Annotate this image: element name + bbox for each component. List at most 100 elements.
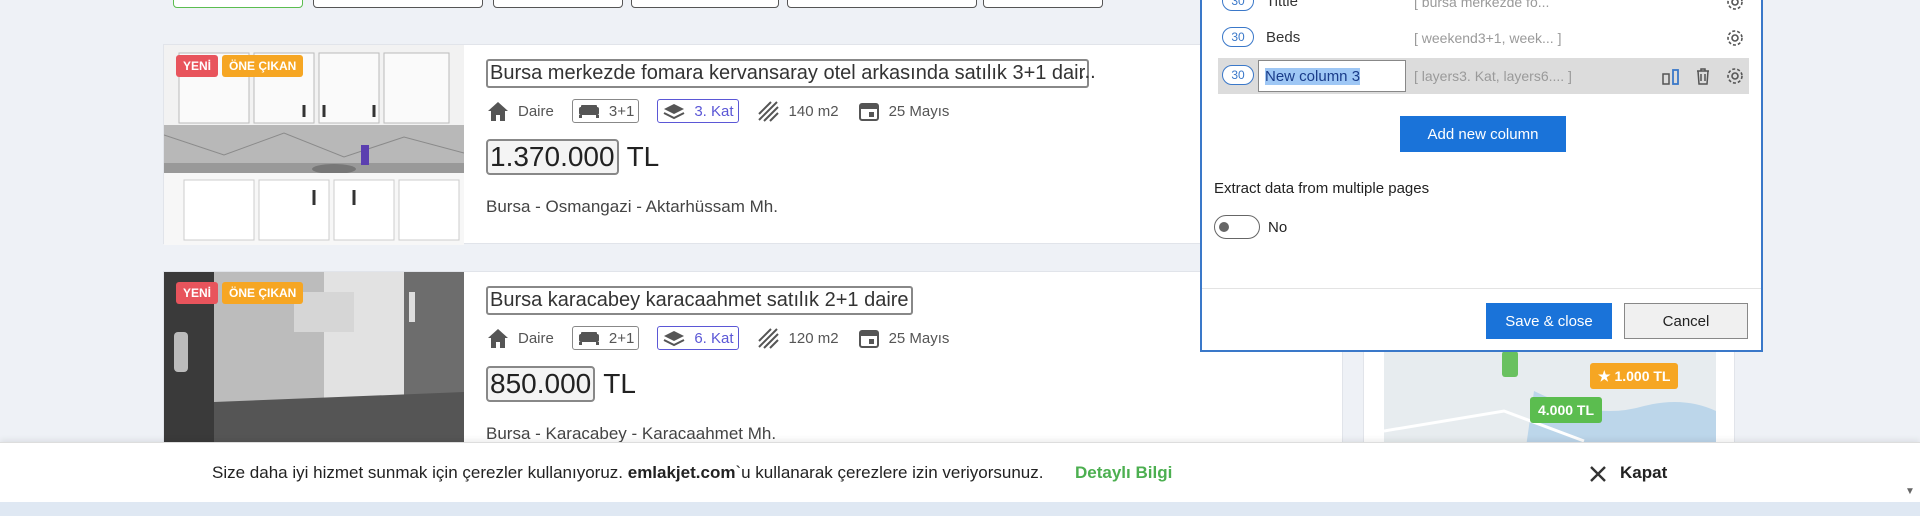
listing-card[interactable]: YENİ ÖNE ÇIKAN Bursa karacabey karacaahm… — [163, 271, 1343, 452]
filter-button[interactable] — [173, 0, 303, 8]
date-info: 25 Mayıs — [857, 100, 950, 122]
add-new-column-button[interactable]: Add new column — [1400, 116, 1566, 152]
price: 1.370.000 TL — [486, 139, 659, 175]
map-pin-label: 4.000 TL — [1538, 402, 1595, 418]
column-name-selected-text: New column 3 — [1265, 67, 1361, 85]
sofa-icon — [577, 327, 601, 349]
cancel-button[interactable]: Cancel — [1624, 303, 1748, 339]
listing-title[interactable]: Bursa merkezde fomara kervansaray otel a… — [486, 59, 1090, 88]
area-hatch-icon — [757, 327, 781, 349]
rooms-info: 3+1 — [571, 99, 640, 123]
column-picker-icon[interactable] — [1660, 65, 1682, 87]
toggle-knob — [1219, 222, 1229, 232]
listing-location: Bursa - Karacabey - Karacaahmet Mh. — [486, 424, 777, 443]
price-currency: TL — [603, 368, 636, 399]
property-type: Daire — [486, 327, 554, 349]
scroll-down-icon[interactable]: ▼ — [1905, 486, 1917, 498]
column-row[interactable]: 30 Beds [ weekend3+1, week... ] — [1218, 20, 1749, 56]
rooms-label: 3+1 — [608, 102, 635, 120]
new-badge: YENİ — [176, 55, 219, 77]
listing-title[interactable]: Bursa karacabey karacaahmet satılık 2+1 … — [486, 286, 913, 315]
cookie-details-link[interactable]: Detaylı Bilgi — [1075, 463, 1172, 483]
price: 850.000 TL — [486, 366, 636, 402]
area-label: 140 m2 — [788, 102, 839, 120]
column-name[interactable]: Beds — [1266, 29, 1300, 46]
cookie-close-button[interactable]: Kapat — [1620, 463, 1667, 483]
gear-icon[interactable] — [1724, 65, 1746, 87]
date-info: 25 Mayıs — [857, 327, 950, 349]
page: { "listings": [ { "badges": {"new": "YEN… — [0, 0, 1920, 516]
filter-button[interactable] — [313, 0, 483, 8]
floor-info: 3. Kat — [657, 99, 739, 123]
listing-meta: Daire 3+1 3. Kat 140 m2 25 Mayıs — [486, 99, 967, 123]
gear-icon[interactable] — [1724, 27, 1746, 49]
floor-label: 3. Kat — [694, 102, 734, 120]
column-editor-dialog: 30 Tittle [ bursa merkezde fo... 30 Beds… — [1200, 0, 1763, 352]
column-name[interactable]: Tittle — [1266, 0, 1298, 10]
multi-page-toggle[interactable] — [1214, 215, 1260, 239]
area-hatch-icon — [757, 100, 781, 122]
multi-page-label: Extract data from multiple pages — [1214, 180, 1430, 197]
layers-icon — [662, 100, 686, 122]
map-price-pin[interactable]: 4.000 TL — [1530, 397, 1603, 423]
dialog-footer: Save & close Cancel — [1202, 288, 1761, 352]
save-close-button[interactable]: Save & close — [1486, 303, 1612, 339]
column-count-pill: 30 — [1222, 27, 1254, 47]
filter-button[interactable] — [983, 0, 1103, 8]
gear-icon[interactable] — [1724, 0, 1746, 13]
column-row[interactable]: 30 Tittle [ bursa merkezde fo... — [1218, 0, 1749, 20]
home-icon — [486, 327, 510, 349]
column-preview: [ weekend3+1, week... ] — [1414, 30, 1562, 46]
filter-button[interactable] — [787, 0, 977, 8]
cookie-text-after: `u kullanarak çerezlere izin veriyorsunu… — [735, 463, 1044, 482]
column-count-pill: 30 — [1222, 65, 1254, 85]
calendar-icon — [857, 100, 881, 122]
listing-photo[interactable]: YENİ ÖNE ÇIKAN — [164, 272, 464, 452]
price-value: 850.000 — [486, 366, 596, 402]
filter-button[interactable] — [493, 0, 623, 8]
date-label: 25 Mayıs — [888, 102, 950, 120]
close-icon[interactable] — [1587, 463, 1609, 485]
featured-badge: ÖNE ÇIKAN — [222, 55, 304, 77]
title-ellipsis: ... — [1079, 61, 1096, 83]
floor-info: 6. Kat — [657, 326, 739, 350]
listing-meta: Daire 2+1 6. Kat 120 m2 25 Mayıs — [486, 326, 967, 350]
star-icon: ★ — [1598, 368, 1615, 384]
cookie-text-before: Size daha iyi hizmet sunmak için çerezle… — [212, 463, 628, 482]
sofa-icon — [577, 100, 601, 122]
area-info: 120 m2 — [757, 327, 839, 349]
date-label: 25 Mayıs — [888, 329, 950, 347]
price-currency: TL — [626, 141, 660, 172]
cookie-banner: Size daha iyi hizmet sunmak için çerezle… — [0, 442, 1920, 502]
toggle-state-label: No — [1268, 219, 1288, 236]
listing-photo[interactable]: YENİ ÖNE ÇIKAN — [164, 45, 464, 245]
column-name-input[interactable]: New column 3 — [1258, 60, 1406, 92]
map-price-pin[interactable]: ★ 1.000 TL — [1590, 363, 1679, 389]
map-price-pin[interactable] — [1502, 351, 1518, 377]
column-row-selected[interactable]: 30 New column 3 [ layers3. Kat, layers6.… — [1218, 58, 1749, 94]
column-count-pill: 30 — [1222, 0, 1254, 11]
cookie-brand: emlakjet.com — [627, 463, 736, 482]
filter-button[interactable] — [631, 0, 779, 8]
listing-location: Bursa - Osmangazi - Aktarhüssam Mh. — [486, 197, 778, 216]
area-label: 120 m2 — [788, 329, 839, 347]
listing-card[interactable]: YENİ ÖNE ÇIKAN Bursa merkezde fomara ker… — [163, 44, 1343, 245]
map-pin-label: 1.000 TL — [1614, 368, 1671, 384]
column-preview: [ layers3. Kat, layers6.... ] — [1414, 68, 1572, 84]
area-info: 140 m2 — [757, 100, 839, 122]
property-type: Daire — [486, 100, 554, 122]
rooms-label: 2+1 — [608, 329, 635, 347]
property-type-label: Daire — [518, 329, 554, 347]
featured-badge: ÖNE ÇIKAN — [222, 282, 304, 304]
column-preview: [ bursa merkezde fo... — [1414, 0, 1550, 10]
floor-label: 6. Kat — [694, 329, 734, 347]
bottom-strip — [0, 502, 1920, 516]
price-value: 1.370.000 — [486, 139, 619, 175]
new-badge: YENİ — [176, 282, 219, 304]
rooms-info: 2+1 — [571, 326, 640, 350]
cookie-message: Size daha iyi hizmet sunmak için çerezle… — [212, 463, 1044, 483]
trash-icon[interactable] — [1692, 65, 1714, 87]
property-type-label: Daire — [518, 102, 554, 120]
calendar-icon — [857, 327, 881, 349]
home-icon — [486, 100, 510, 122]
